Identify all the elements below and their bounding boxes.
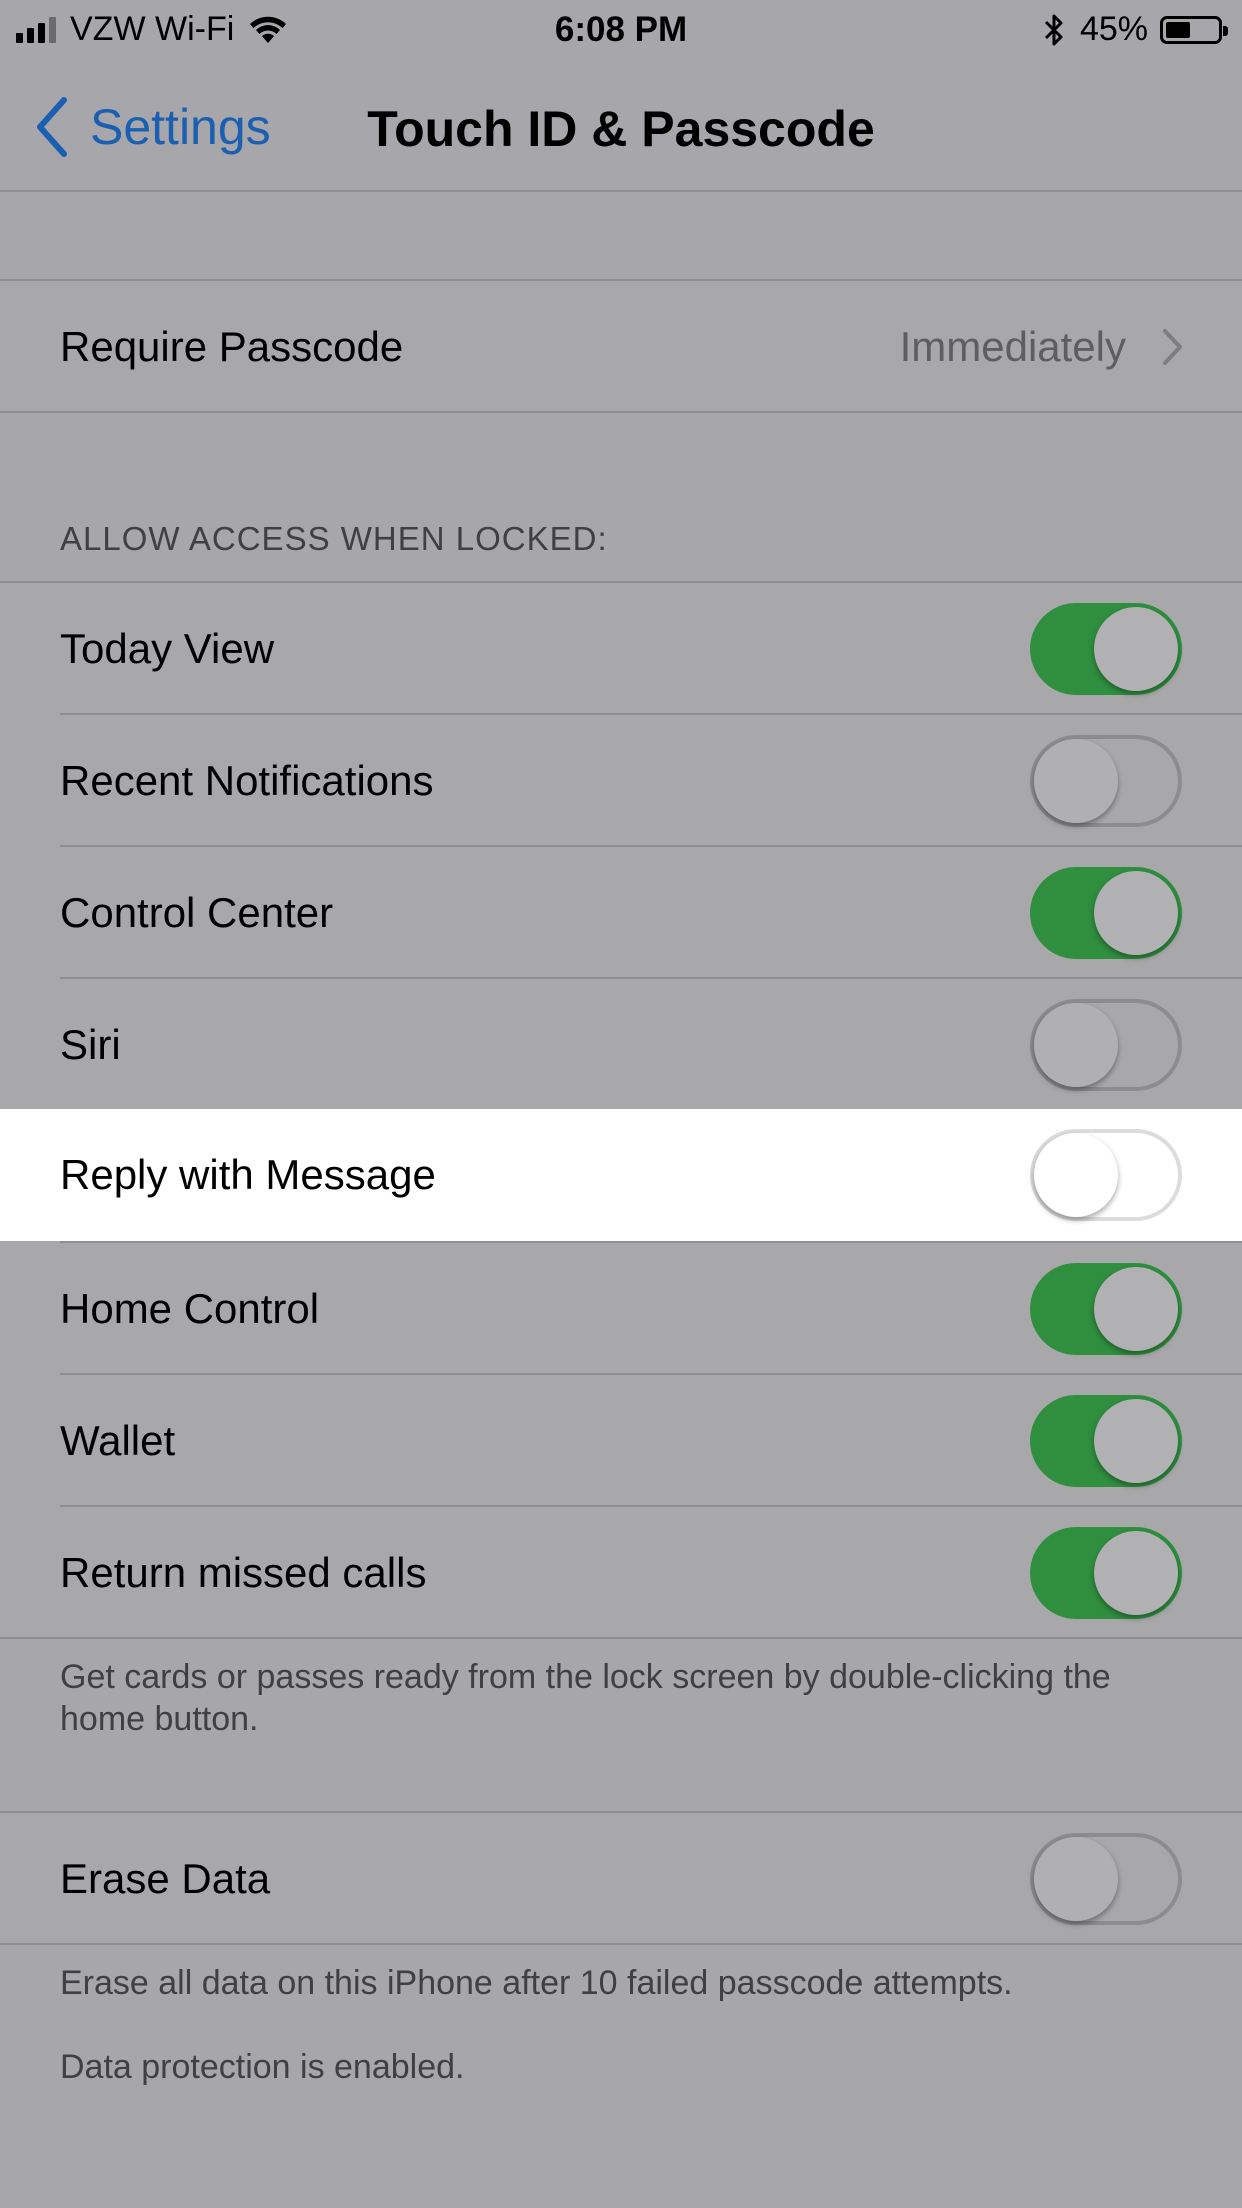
erase-data-row: Erase Data (0, 1813, 1242, 1945)
status-bar: VZW Wi-Fi 6:08 PM 45% (0, 0, 1242, 60)
bluetooth-icon (1044, 14, 1063, 45)
home-control-toggle[interactable] (1030, 1263, 1182, 1355)
recent-notifications-toggle[interactable] (1030, 735, 1182, 827)
today-view-label: Today View (60, 625, 275, 672)
divider (0, 1637, 1242, 1639)
erase-footer-text: Erase all data on this iPhone after 10 f… (60, 1964, 1013, 2002)
navigation-bar: Settings Touch ID & Passcode (0, 60, 1242, 192)
control-center-toggle[interactable] (1030, 867, 1182, 959)
reply-with-message-toggle[interactable] (1030, 1129, 1182, 1221)
erase-data-toggle[interactable] (1030, 1833, 1182, 1925)
battery-icon (1160, 15, 1228, 44)
return-missed-calls-row: Return missed calls (0, 1507, 1242, 1639)
divider (0, 1943, 1242, 1945)
status-right: 45% (1042, 10, 1228, 49)
siri-toggle[interactable] (1030, 999, 1182, 1091)
recent-notifications-label: Recent Notifications (60, 757, 434, 804)
section-header: ALLOW ACCESS WHEN LOCKED: (60, 520, 608, 557)
require-passcode-label: Require Passcode (60, 323, 404, 370)
siri-row: Siri (0, 979, 1242, 1111)
page-title: Touch ID & Passcode (367, 101, 875, 157)
access-footer-text: Get cards or passes ready from the lock … (60, 1658, 1111, 1738)
recent-notifications-row: Recent Notifications (0, 715, 1242, 847)
chevron-right-icon (1163, 329, 1182, 365)
require-passcode-row[interactable]: Require Passcode Immediately (0, 281, 1242, 413)
today-view-row: Today View (0, 583, 1242, 715)
battery-percentage: 45% (1079, 10, 1148, 48)
siri-label: Siri (60, 1021, 121, 1068)
reply-with-message-label: Reply with Message (60, 1151, 436, 1198)
control-center-row: Control Center (0, 847, 1242, 979)
control-center-label: Control Center (60, 889, 334, 936)
data-protection-note: Data protection is enabled. (60, 2048, 465, 2086)
require-passcode-value: Immediately (899, 323, 1126, 370)
reply-with-message-row: Reply with Message (0, 1109, 1242, 1241)
home-control-row: Home Control (0, 1243, 1242, 1375)
today-view-toggle[interactable] (1030, 603, 1182, 695)
wallet-toggle[interactable] (1030, 1395, 1182, 1487)
return-missed-calls-label: Return missed calls (60, 1549, 427, 1596)
erase-data-label: Erase Data (60, 1855, 271, 1902)
home-control-label: Home Control (60, 1285, 320, 1332)
wallet-row: Wallet (0, 1375, 1242, 1507)
wallet-label: Wallet (60, 1417, 176, 1464)
divider (0, 411, 1242, 413)
return-missed-calls-toggle[interactable] (1030, 1527, 1182, 1619)
